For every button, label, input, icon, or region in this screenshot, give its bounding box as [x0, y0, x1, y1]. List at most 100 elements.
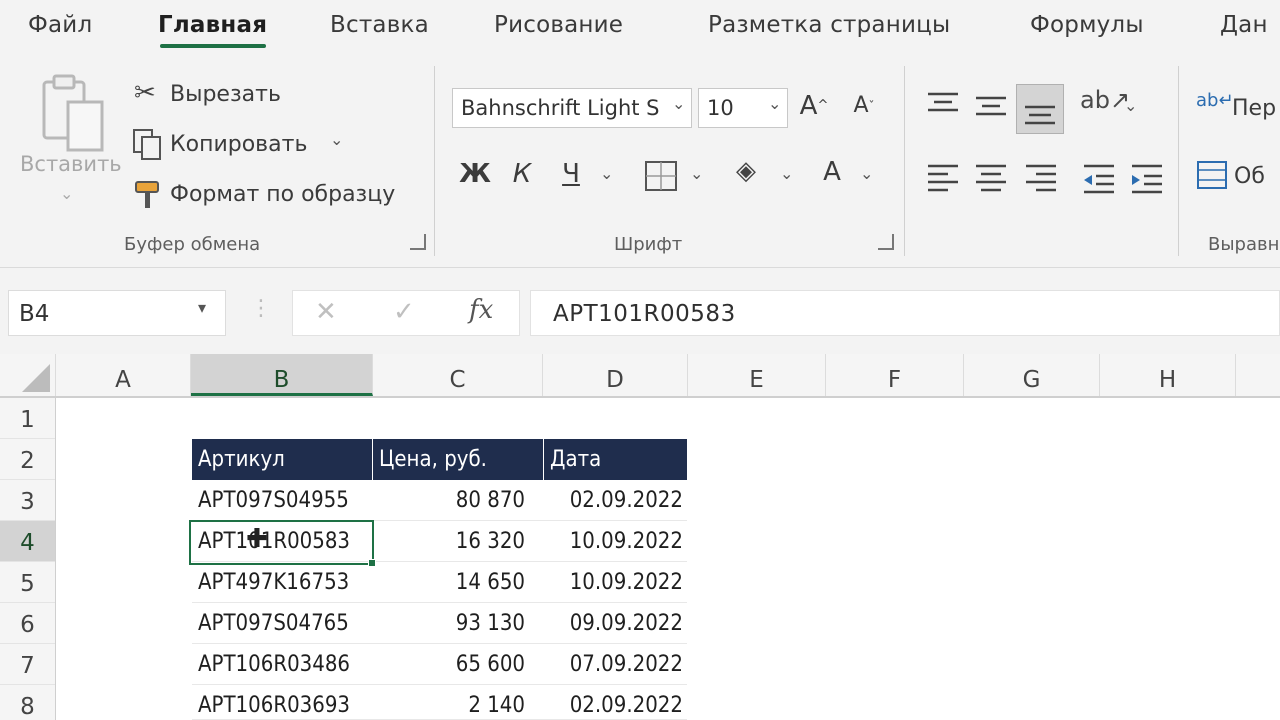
fill-handle[interactable] [368, 559, 376, 567]
header-sku[interactable]: Артикул [192, 439, 372, 480]
column-header-e[interactable]: E [688, 354, 826, 396]
wrap-text-icon[interactable]: ab↵ [1196, 90, 1234, 111]
row-header-6[interactable]: 6 [0, 603, 55, 644]
formula-input[interactable]: APT101R00583 [530, 290, 1280, 336]
column-header-d[interactable]: D [543, 354, 688, 396]
align-middle-icon[interactable] [974, 90, 1008, 124]
underline-chevron-icon[interactable]: ⌄ [600, 164, 613, 183]
font-name-chevron-icon[interactable]: ⌄ [672, 94, 685, 113]
align-top-icon[interactable] [926, 90, 960, 124]
table-row-price[interactable]: 65 600 [372, 644, 543, 685]
fill-color-icon[interactable]: ◈ [736, 156, 756, 186]
paste-icon [42, 74, 104, 152]
font-color-chevron-icon[interactable]: ⌄ [860, 164, 873, 183]
increase-font-icon[interactable]: A^ [796, 86, 832, 126]
cut-button[interactable]: Вырезать [170, 82, 281, 107]
table-row-price[interactable]: 2 140 [372, 685, 543, 720]
align-right-icon[interactable] [1024, 162, 1058, 198]
cell-cursor-icon: ✚ [246, 524, 268, 554]
cancel-icon[interactable]: ✕ [315, 297, 337, 327]
clipboard-launcher-icon[interactable] [410, 234, 426, 250]
underline-button[interactable]: Ч [554, 154, 588, 194]
insert-function-icon[interactable]: fx [469, 295, 493, 325]
orientation-icon[interactable]: ab↗ [1080, 86, 1130, 114]
table-row-sku[interactable]: APT097S04955 [192, 480, 372, 521]
align-center-icon[interactable] [974, 162, 1008, 198]
align-bottom-icon[interactable] [1016, 84, 1064, 134]
row-headers: 1 2 3 4 5 6 7 8 [0, 398, 56, 720]
bold-button[interactable]: Ж [456, 154, 494, 194]
column-headers: A B C D E F G H [0, 354, 1280, 398]
copy-chevron-icon[interactable]: ⌄ [330, 130, 343, 149]
formula-controls: ✕ ✓ fx [292, 290, 520, 336]
table-row-date[interactable]: 10.09.2022 [543, 562, 687, 603]
tab-draw[interactable]: Рисование [494, 12, 623, 38]
tab-data[interactable]: Дан [1220, 12, 1268, 38]
tab-file[interactable]: Файл [28, 12, 92, 38]
tab-home[interactable]: Главная [158, 12, 267, 38]
orientation-chevron-icon[interactable]: ⌄ [1124, 96, 1137, 115]
table-row-date[interactable]: 02.09.2022 [543, 480, 687, 521]
merge-icon[interactable] [1196, 160, 1228, 194]
table-row-price[interactable]: 80 870 [372, 480, 543, 521]
paste-button[interactable] [40, 72, 106, 156]
wrap-text-button[interactable]: Пер [1232, 96, 1276, 121]
borders-icon[interactable] [644, 160, 678, 196]
tab-insert[interactable]: Вставка [330, 12, 429, 38]
align-left-icon[interactable] [926, 162, 960, 198]
header-date[interactable]: Дата [543, 439, 687, 480]
table-row-price[interactable]: 14 650 [372, 562, 543, 603]
name-box-value: B4 [19, 301, 50, 327]
column-header-b[interactable]: B [191, 354, 373, 396]
table-row-date[interactable]: 09.09.2022 [543, 603, 687, 644]
tab-formulas[interactable]: Формулы [1030, 12, 1144, 38]
borders-chevron-icon[interactable]: ⌄ [690, 164, 703, 183]
table-row-sku[interactable]: APT106R03486 [192, 644, 372, 685]
format-painter-button[interactable]: Формат по образцу [170, 182, 395, 207]
font-color-button[interactable]: А [814, 152, 850, 192]
table-row-date[interactable]: 02.09.2022 [543, 685, 687, 720]
name-box[interactable]: B4 [8, 290, 226, 336]
group-divider [1178, 66, 1179, 256]
table-row-sku[interactable]: APT097S04765 [192, 603, 372, 644]
decrease-font-icon[interactable]: Aˇ [846, 86, 882, 126]
select-all-corner[interactable] [0, 354, 56, 396]
column-header-f[interactable]: F [826, 354, 964, 396]
decrease-indent-icon[interactable] [1082, 162, 1116, 198]
increase-indent-icon[interactable] [1130, 162, 1164, 198]
format-painter-icon[interactable] [132, 178, 166, 216]
column-header-g[interactable]: G [964, 354, 1100, 396]
row-header-3[interactable]: 3 [0, 480, 55, 521]
table-row-price[interactable]: 93 130 [372, 603, 543, 644]
table-row-sku[interactable]: APT106R03693 [192, 685, 372, 720]
copy-button[interactable]: Копировать [170, 132, 307, 157]
tab-page-layout[interactable]: Разметка страницы [708, 12, 950, 38]
row-header-7[interactable]: 7 [0, 644, 55, 685]
fill-color-chevron-icon[interactable]: ⌄ [780, 164, 793, 183]
italic-button[interactable]: К [506, 154, 538, 194]
table-row-date[interactable]: 10.09.2022 [543, 521, 687, 562]
row-header-1[interactable]: 1 [0, 398, 55, 439]
column-header-c[interactable]: C [373, 354, 543, 396]
row-header-5[interactable]: 5 [0, 562, 55, 603]
confirm-icon[interactable]: ✓ [393, 297, 415, 327]
more-options-icon[interactable]: ⋮ [250, 296, 272, 321]
row-header-2[interactable]: 2 [0, 439, 55, 480]
row-header-8[interactable]: 8 [0, 685, 55, 720]
font-name-select[interactable]: Bahnschrift Light S [452, 88, 692, 128]
header-price[interactable]: Цена, руб. [372, 439, 543, 480]
font-size-chevron-icon[interactable]: ⌄ [768, 94, 781, 113]
table-row-date[interactable]: 07.09.2022 [543, 644, 687, 685]
column-header-h[interactable]: H [1100, 354, 1236, 396]
table-row-price[interactable]: 16 320 [372, 521, 543, 562]
font-launcher-icon[interactable] [878, 234, 894, 250]
table-row-sku[interactable]: APT497K16753 [192, 562, 372, 603]
row-header-4[interactable]: 4 [0, 521, 55, 562]
copy-icon[interactable] [132, 128, 164, 166]
scissors-icon[interactable]: ✂ [134, 78, 156, 108]
paste-chevron-icon[interactable]: ⌄ [60, 184, 73, 203]
name-box-chevron-icon[interactable]: ▾ [198, 298, 206, 317]
merge-button[interactable]: Об [1234, 164, 1265, 189]
group-divider [434, 66, 435, 256]
column-header-a[interactable]: A [56, 354, 191, 396]
